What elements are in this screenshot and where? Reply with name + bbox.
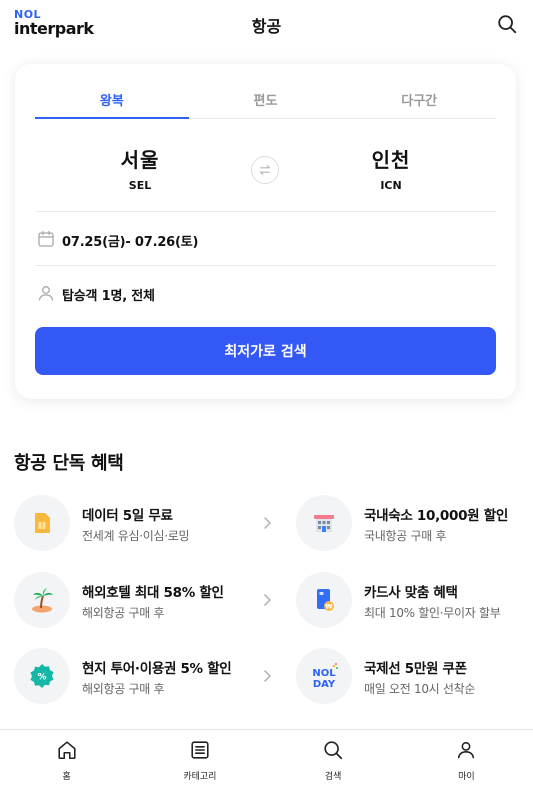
calendar-icon (38, 230, 54, 247)
tab-one-way[interactable]: 편도 (189, 84, 343, 118)
category-list-icon (191, 741, 209, 759)
destination-city-name: 인천 (371, 148, 411, 172)
app-header: NOL interpark 항공 (0, 0, 533, 48)
nav-label: 카테고리 (183, 772, 217, 782)
nav-label: 마이 (458, 772, 475, 782)
benefit-subtitle: 매일 오전 10시 선착순 (364, 682, 476, 696)
nol-day-logo-icon: NOL DAY (296, 648, 352, 704)
travel-dates: 07.25(금)- 07.26(토) (62, 235, 199, 250)
sim-card-icon (14, 495, 70, 551)
home-icon (58, 741, 76, 760)
benefit-subtitle: 국내항공 구매 후 (364, 529, 447, 543)
hotel-building-icon (296, 495, 352, 551)
date-selector[interactable]: 07.25(금)- 07.26(토) (35, 211, 496, 265)
nol-day-logo-line2: DAY (313, 679, 336, 690)
benefit-title: 카드사 맞춤 혜택 (364, 585, 458, 601)
nav-item-category[interactable]: 카테고리 (133, 730, 266, 787)
benefit-title: 데이터 5일 무료 (82, 508, 173, 524)
chevron-right-icon (264, 517, 271, 529)
benefit-item-data-free[interactable]: 데이터 5일 무료 전세계 유심·이심·로밍 (14, 495, 276, 551)
benefit-item-card-offers[interactable]: ₩ 카드사 맞춤 혜택 최대 10% 할인·무이자 할부 (296, 572, 533, 628)
nav-item-my[interactable]: 마이 (400, 730, 533, 787)
trip-type-tabs: 왕복 편도 다구간 (35, 84, 496, 119)
destination-selector[interactable]: 인천 ICN (316, 144, 466, 192)
benefit-title: 현지 투어·이용권 5% 할인 (82, 661, 232, 677)
benefits-section-title: 항공 단독 혜택 (14, 453, 124, 474)
svg-text:₩: ₩ (325, 603, 333, 611)
benefit-item-intl-coupon[interactable]: NOL DAY 국제선 5만원 쿠폰 매일 오전 10시 선착순 (296, 648, 533, 704)
swap-route-button[interactable] (251, 156, 279, 184)
svg-text:%: % (37, 673, 46, 683)
route-selector: 서울 SEL 인천 ICN (35, 144, 496, 194)
benefit-title: 해외호텔 최대 58% 할인 (82, 585, 224, 601)
page-title: 항공 (251, 17, 282, 36)
benefit-item-overseas-hotel[interactable]: 해외호텔 최대 58% 할인 해외항공 구매 후 (14, 572, 276, 628)
credit-card-coin-icon: ₩ (296, 572, 352, 628)
benefit-subtitle: 해외항공 구매 후 (82, 682, 165, 696)
person-icon (38, 286, 54, 301)
flight-search-page: NOL interpark 항공 왕복 편도 다구간 서울 SEL 인천 ICN… (0, 0, 533, 787)
chevron-right-icon (264, 670, 271, 682)
nav-item-home[interactable]: 홈 (0, 730, 133, 787)
search-icon (324, 741, 343, 760)
bottom-navigation: 홈 카테고리 검색 마이 (0, 729, 533, 787)
passenger-selector[interactable]: 탑승객 1명, 전체 (35, 265, 496, 319)
flight-search-card: 왕복 편도 다구간 서울 SEL 인천 ICN 07.25(금)- 07.26(… (15, 64, 516, 399)
nav-label: 홈 (62, 772, 71, 782)
benefit-subtitle: 전세계 유심·이심·로밍 (82, 529, 190, 543)
origin-selector[interactable]: 서울 SEL (65, 144, 215, 192)
passenger-summary: 탑승객 1명, 전체 (62, 289, 155, 304)
profile-icon (458, 741, 475, 759)
tab-round-trip[interactable]: 왕복 (35, 84, 189, 119)
nav-label: 검색 (324, 772, 342, 782)
benefit-subtitle: 해외항공 구매 후 (82, 606, 165, 620)
origin-city-code: SEL (128, 179, 152, 192)
search-icon[interactable] (496, 13, 518, 35)
chevron-right-icon (264, 594, 271, 606)
nol-day-logo-line1: NOL (312, 668, 336, 679)
destination-city-code: ICN (380, 179, 402, 192)
benefit-title: 국제선 5만원 쿠폰 (364, 661, 467, 677)
origin-city-name: 서울 (120, 148, 160, 172)
palm-tree-island-icon (14, 572, 70, 628)
tab-multi-city[interactable]: 다구간 (342, 84, 496, 118)
nav-item-search[interactable]: 검색 (267, 730, 400, 787)
swap-arrows-icon (260, 165, 270, 175)
benefit-item-domestic-stay[interactable]: 국내숙소 10,000원 할인 국내항공 구매 후 (296, 495, 533, 551)
discount-badge-icon: % (14, 648, 70, 704)
benefit-subtitle: 최대 10% 할인·무이자 할부 (364, 606, 501, 620)
lowest-fare-search-button[interactable]: 최저가로 검색 (35, 327, 496, 375)
benefit-title: 국내숙소 10,000원 할인 (364, 508, 508, 524)
benefit-item-local-tour[interactable]: % 현지 투어·이용권 5% 할인 해외항공 구매 후 (14, 648, 276, 704)
